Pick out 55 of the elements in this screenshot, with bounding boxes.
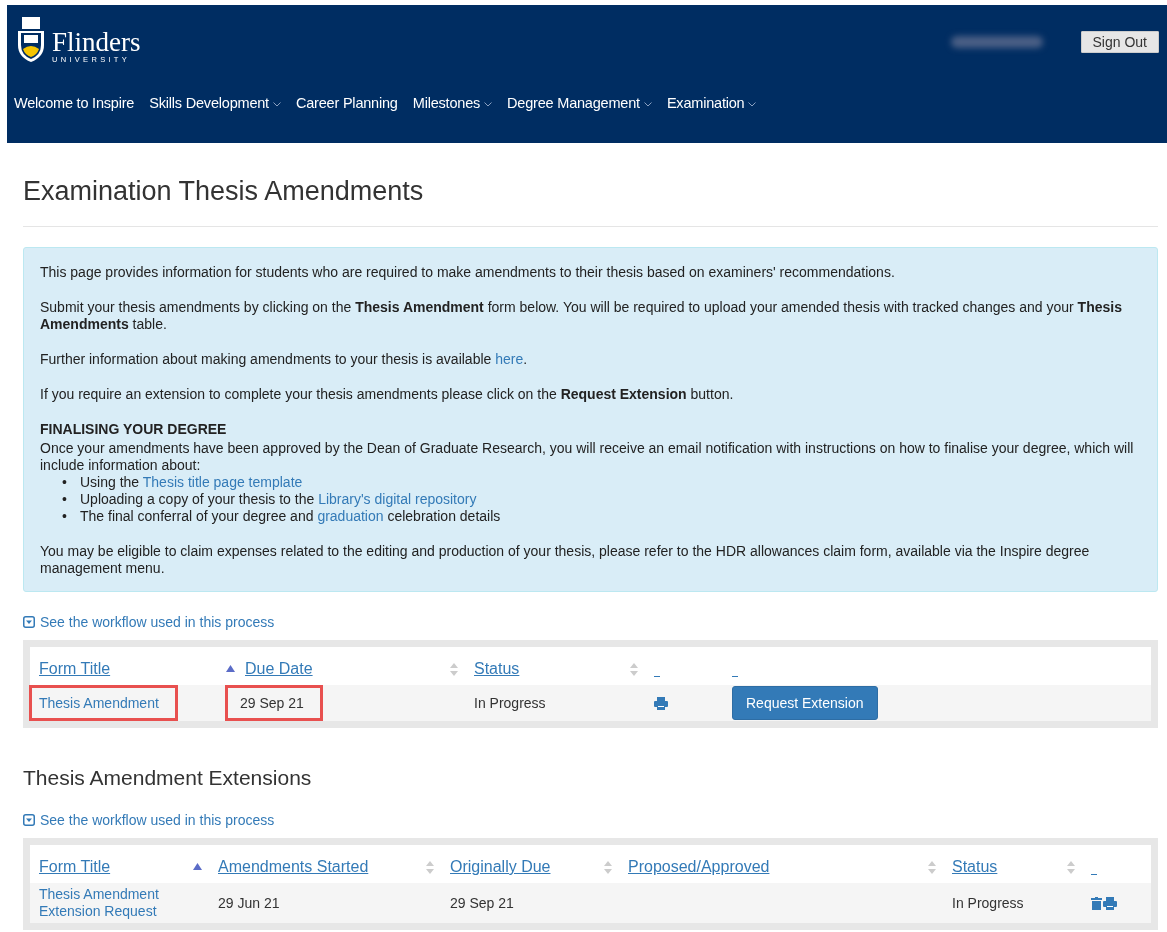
info-paragraph: Further information about making amendments to your thesis is available here. [40, 351, 529, 368]
column-header[interactable]: Proposed/Approved [628, 858, 770, 876]
table-cell: 29 Sep 21 [225, 685, 323, 721]
column-header[interactable]: Due Date [245, 660, 313, 678]
info-link[interactable]: graduation [317, 508, 384, 524]
bullet-item: The final conferral of your degree and graduation celebration details [80, 508, 501, 525]
empty-header-link[interactable] [1091, 873, 1097, 875]
table-cell: In Progress [952, 895, 1024, 911]
request-extension-button[interactable]: Request Extension [732, 686, 878, 720]
sort-ascending-icon[interactable] [193, 863, 202, 871]
nav-item[interactable]: Welcome to Inspire [14, 95, 135, 111]
logo-name: Flinders [52, 29, 141, 55]
here-link[interactable]: here [495, 351, 524, 367]
nav-item[interactable]: Examination [666, 95, 757, 111]
sort-ascending-icon[interactable] [226, 665, 235, 673]
bullet-item: Using the Thesis title page template [80, 474, 303, 491]
info-link[interactable]: Library's digital repository [318, 491, 477, 507]
column-header[interactable]: Originally Due [450, 858, 551, 876]
info-paragraph: Once your amendments have been approved by the Dean of Graduate Research, you will receive an email notification with instructions on how to finalise your degree, which will include information about: [40, 440, 1135, 474]
section-title: Thesis Amendment Extensions [23, 766, 313, 790]
sign-out-button[interactable]: Sign Out [1080, 31, 1159, 53]
column-header[interactable]: Status [474, 660, 520, 678]
section-heading: FINALISING YOUR DEGREE [40, 421, 228, 438]
nav-item[interactable]: Career Planning [295, 95, 398, 111]
info-paragraph: You may be eligible to claim expenses related to the editing and production of your thesis, please refer to the HDR allowances claim form, available via the Inspire degree management menu. [40, 543, 1091, 577]
info-link[interactable]: Thesis title page template [142, 474, 303, 490]
bullet-marker: • [62, 508, 68, 525]
form-title-link[interactable]: Thesis Amendment [29, 685, 178, 721]
column-header[interactable]: Status [952, 858, 998, 876]
collapse-icon[interactable] [23, 616, 35, 628]
table-cell: 29 Sep 21 [450, 895, 514, 911]
nav-item[interactable]: Degree Management [507, 95, 652, 111]
column-header[interactable]: Form Title [39, 660, 111, 678]
bullet-marker: • [62, 491, 68, 508]
workflow-link[interactable]: See the workflow used in this process [40, 614, 275, 630]
delete-icon[interactable] [1091, 896, 1102, 910]
table-cell: 29 Jun 21 [218, 895, 280, 911]
form-title-link[interactable]: Thesis Amendment Extension Request [39, 886, 179, 920]
print-icon[interactable] [654, 696, 668, 710]
bullet-marker: • [62, 474, 68, 491]
info-paragraph: Submit your thesis amendments by clicking on the Thesis Amendment form below. You will be required to upload your amended thesis with tracked changes and your Thesis Amendments table. [40, 299, 1123, 333]
page-title: Examination Thesis Amendments [23, 176, 1158, 227]
print-icon[interactable] [1103, 896, 1117, 910]
workflow-link[interactable]: See the workflow used in this process [40, 812, 275, 828]
nav-item[interactable]: Milestones [412, 95, 493, 111]
nav-item[interactable]: Skills Development [149, 95, 281, 111]
empty-header-link[interactable] [732, 675, 738, 677]
column-header[interactable]: Amendments Started [218, 858, 369, 876]
column-header[interactable]: Form Title [39, 858, 111, 876]
bullet-item: Uploading a copy of your thesis to the Library's digital repository [80, 491, 477, 508]
collapse-icon[interactable] [23, 814, 35, 826]
empty-header-link[interactable] [654, 675, 660, 677]
table-cell: In Progress [474, 695, 546, 711]
info-paragraph: This page provides information for students who are required to make amendments to their thesis based on examiners' recommendations. [40, 264, 896, 281]
info-paragraph: If you require an extension to complete your thesis amendments please click on the Request Extension button. [40, 386, 735, 403]
